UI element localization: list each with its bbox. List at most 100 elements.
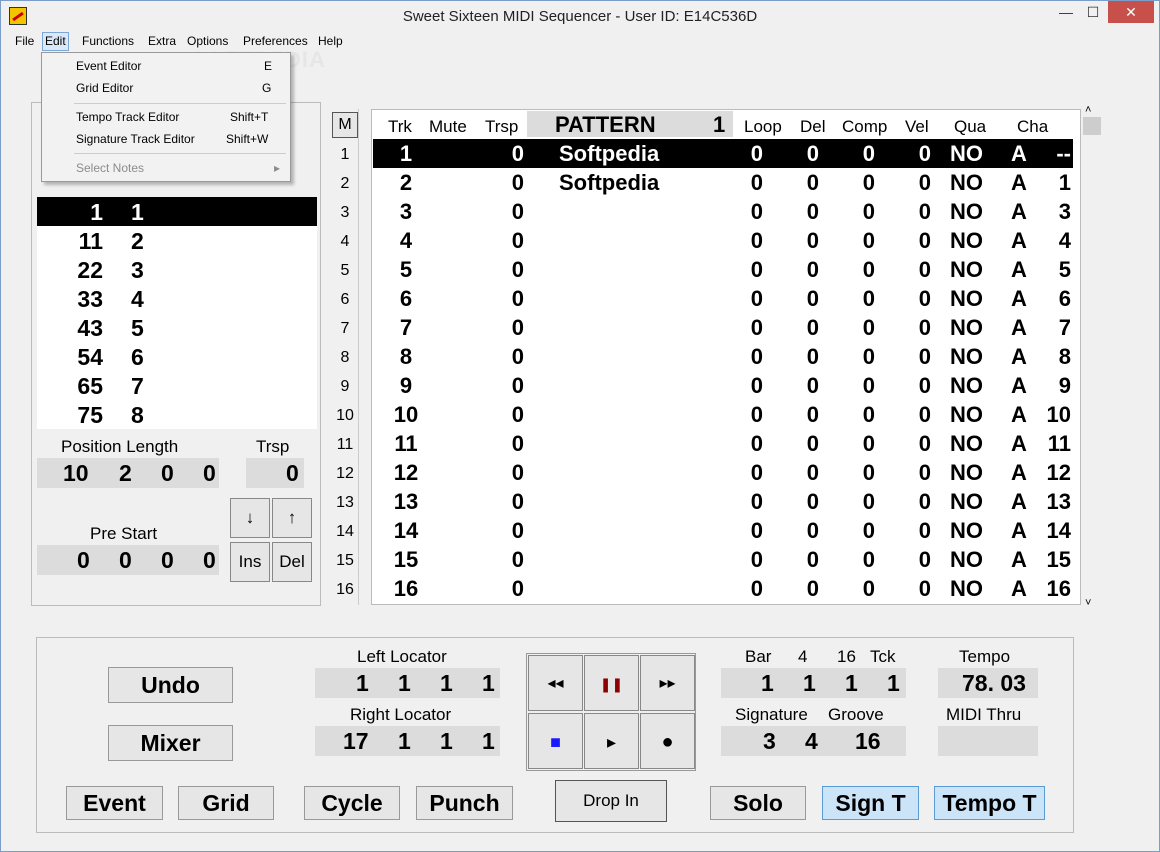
track-delay[interactable]: 0 [759, 257, 819, 283]
track-transpose[interactable]: 0 [464, 199, 524, 225]
track-quantize[interactable]: NO [950, 315, 983, 341]
menu-item-signature-track-editor[interactable]: Signature Track Editor [76, 132, 195, 146]
table-row[interactable]: 7 0 0 0 0 0 NO A 7 [373, 313, 1073, 342]
minimize-button[interactable]: — [1053, 1, 1079, 23]
sign-t-toggle[interactable]: Sign T [822, 786, 919, 820]
header-trsp[interactable]: Trsp [485, 117, 518, 137]
menu-extra[interactable]: Extra [148, 34, 176, 48]
track-compress[interactable]: 0 [815, 576, 875, 602]
track-channel[interactable]: 13 [1011, 489, 1071, 515]
track-loop[interactable]: 0 [703, 141, 763, 167]
track-compress[interactable]: 0 [815, 344, 875, 370]
track-velocity[interactable]: 0 [871, 199, 931, 225]
row-number[interactable]: 12 [331, 465, 359, 483]
track-velocity[interactable]: 0 [871, 141, 931, 167]
track-channel[interactable]: 10 [1011, 402, 1071, 428]
track-delay[interactable]: 0 [759, 315, 819, 341]
track-quantize[interactable]: NO [950, 228, 983, 254]
track-number[interactable]: 13 [386, 489, 426, 515]
track-velocity[interactable]: 0 [871, 489, 931, 515]
track-loop[interactable]: 0 [703, 373, 763, 399]
track-velocity[interactable]: 0 [871, 286, 931, 312]
row-number[interactable]: 6 [331, 291, 359, 309]
track-transpose[interactable]: 0 [464, 518, 524, 544]
track-compress[interactable]: 0 [815, 431, 875, 457]
punch-button[interactable]: Punch [416, 786, 513, 820]
track-delay[interactable]: 0 [759, 547, 819, 573]
track-loop[interactable]: 0 [703, 460, 763, 486]
track-delay[interactable]: 0 [759, 460, 819, 486]
row-number[interactable]: 5 [331, 262, 359, 280]
row-number[interactable]: 2 [331, 175, 359, 193]
record-icon[interactable]: ● [640, 713, 695, 769]
track-compress[interactable]: 0 [815, 373, 875, 399]
track-compress[interactable]: 0 [815, 489, 875, 515]
track-channel[interactable]: 15 [1011, 547, 1071, 573]
menu-help[interactable]: Help [318, 34, 343, 48]
menu-item-select-notes[interactable]: Select Notes [76, 161, 144, 175]
header-pattern-number[interactable]: 1 [713, 112, 725, 138]
mixer-button[interactable]: Mixer [108, 725, 233, 761]
scrollbar-thumb[interactable] [1083, 117, 1101, 135]
track-delay[interactable]: 0 [759, 373, 819, 399]
track-delay[interactable]: 0 [759, 576, 819, 602]
track-velocity[interactable]: 0 [871, 344, 931, 370]
track-quantize[interactable]: NO [950, 431, 983, 457]
track-transpose[interactable]: 0 [464, 344, 524, 370]
move-up-button[interactable]: ↑ [272, 498, 312, 538]
track-delay[interactable]: 0 [759, 141, 819, 167]
track-quantize[interactable]: NO [950, 460, 983, 486]
track-number[interactable]: 14 [386, 518, 426, 544]
row-number[interactable]: 15 [331, 552, 359, 570]
right-locator-field[interactable]: 17 1 1 1 [315, 726, 500, 756]
row-number[interactable]: 14 [331, 523, 359, 541]
track-compress[interactable]: 0 [815, 518, 875, 544]
position-length-field[interactable]: 10 2 0 0 [37, 458, 219, 488]
tempo-display[interactable]: 78. 03 [938, 668, 1038, 698]
track-quantize[interactable]: NO [950, 489, 983, 515]
track-quantize[interactable]: NO [950, 286, 983, 312]
track-channel[interactable]: 5 [1011, 257, 1071, 283]
track-velocity[interactable]: 0 [871, 431, 931, 457]
track-number[interactable]: 15 [386, 547, 426, 573]
track-compress[interactable]: 0 [815, 199, 875, 225]
track-transpose[interactable]: 0 [464, 576, 524, 602]
signature-display[interactable]: 3 4 16 [721, 726, 906, 756]
table-row[interactable]: 3 0 0 0 0 0 NO A 3 [373, 197, 1073, 226]
solo-button[interactable]: Solo [710, 786, 806, 820]
track-pattern[interactable]: Softpedia [559, 170, 659, 196]
delete-button[interactable]: Del [272, 542, 312, 582]
track-loop[interactable]: 0 [703, 344, 763, 370]
event-button[interactable]: Event [66, 786, 163, 820]
track-quantize[interactable]: NO [950, 402, 983, 428]
track-velocity[interactable]: 0 [871, 460, 931, 486]
pattern-list[interactable]: 11 11 2 22 3 33 4 43 5 54 6 65 7 75 8 [37, 197, 317, 429]
track-transpose[interactable]: 0 [464, 402, 524, 428]
track-loop[interactable]: 0 [703, 286, 763, 312]
cycle-button[interactable]: Cycle [304, 786, 400, 820]
table-row[interactable]: 12 0 0 0 0 0 NO A 12 [373, 458, 1073, 487]
track-delay[interactable]: 0 [759, 431, 819, 457]
track-transpose[interactable]: 0 [464, 489, 524, 515]
track-quantize[interactable]: NO [950, 257, 983, 283]
header-mute[interactable]: Mute [429, 117, 467, 137]
pre-start-field[interactable]: 0 0 0 0 [37, 545, 219, 575]
rewind-icon[interactable]: ◂◂ [528, 655, 583, 711]
track-loop[interactable]: 0 [703, 547, 763, 573]
track-compress[interactable]: 0 [815, 402, 875, 428]
track-loop[interactable]: 0 [703, 199, 763, 225]
midi-thru-field[interactable] [938, 726, 1038, 756]
undo-button[interactable]: Undo [108, 667, 233, 703]
track-transpose[interactable]: 0 [464, 315, 524, 341]
track-channel[interactable]: -- [1011, 141, 1071, 167]
track-channel[interactable]: 1 [1011, 170, 1071, 196]
track-number[interactable]: 6 [386, 286, 426, 312]
track-velocity[interactable]: 0 [871, 257, 931, 283]
track-transpose[interactable]: 0 [464, 373, 524, 399]
track-channel[interactable]: 16 [1011, 576, 1071, 602]
table-row[interactable]: 15 0 0 0 0 0 NO A 15 [373, 545, 1073, 574]
track-channel[interactable]: 6 [1011, 286, 1071, 312]
track-compress[interactable]: 0 [815, 460, 875, 486]
menu-preferences[interactable]: Preferences [243, 34, 308, 48]
list-item[interactable]: 43 5 [37, 313, 317, 342]
